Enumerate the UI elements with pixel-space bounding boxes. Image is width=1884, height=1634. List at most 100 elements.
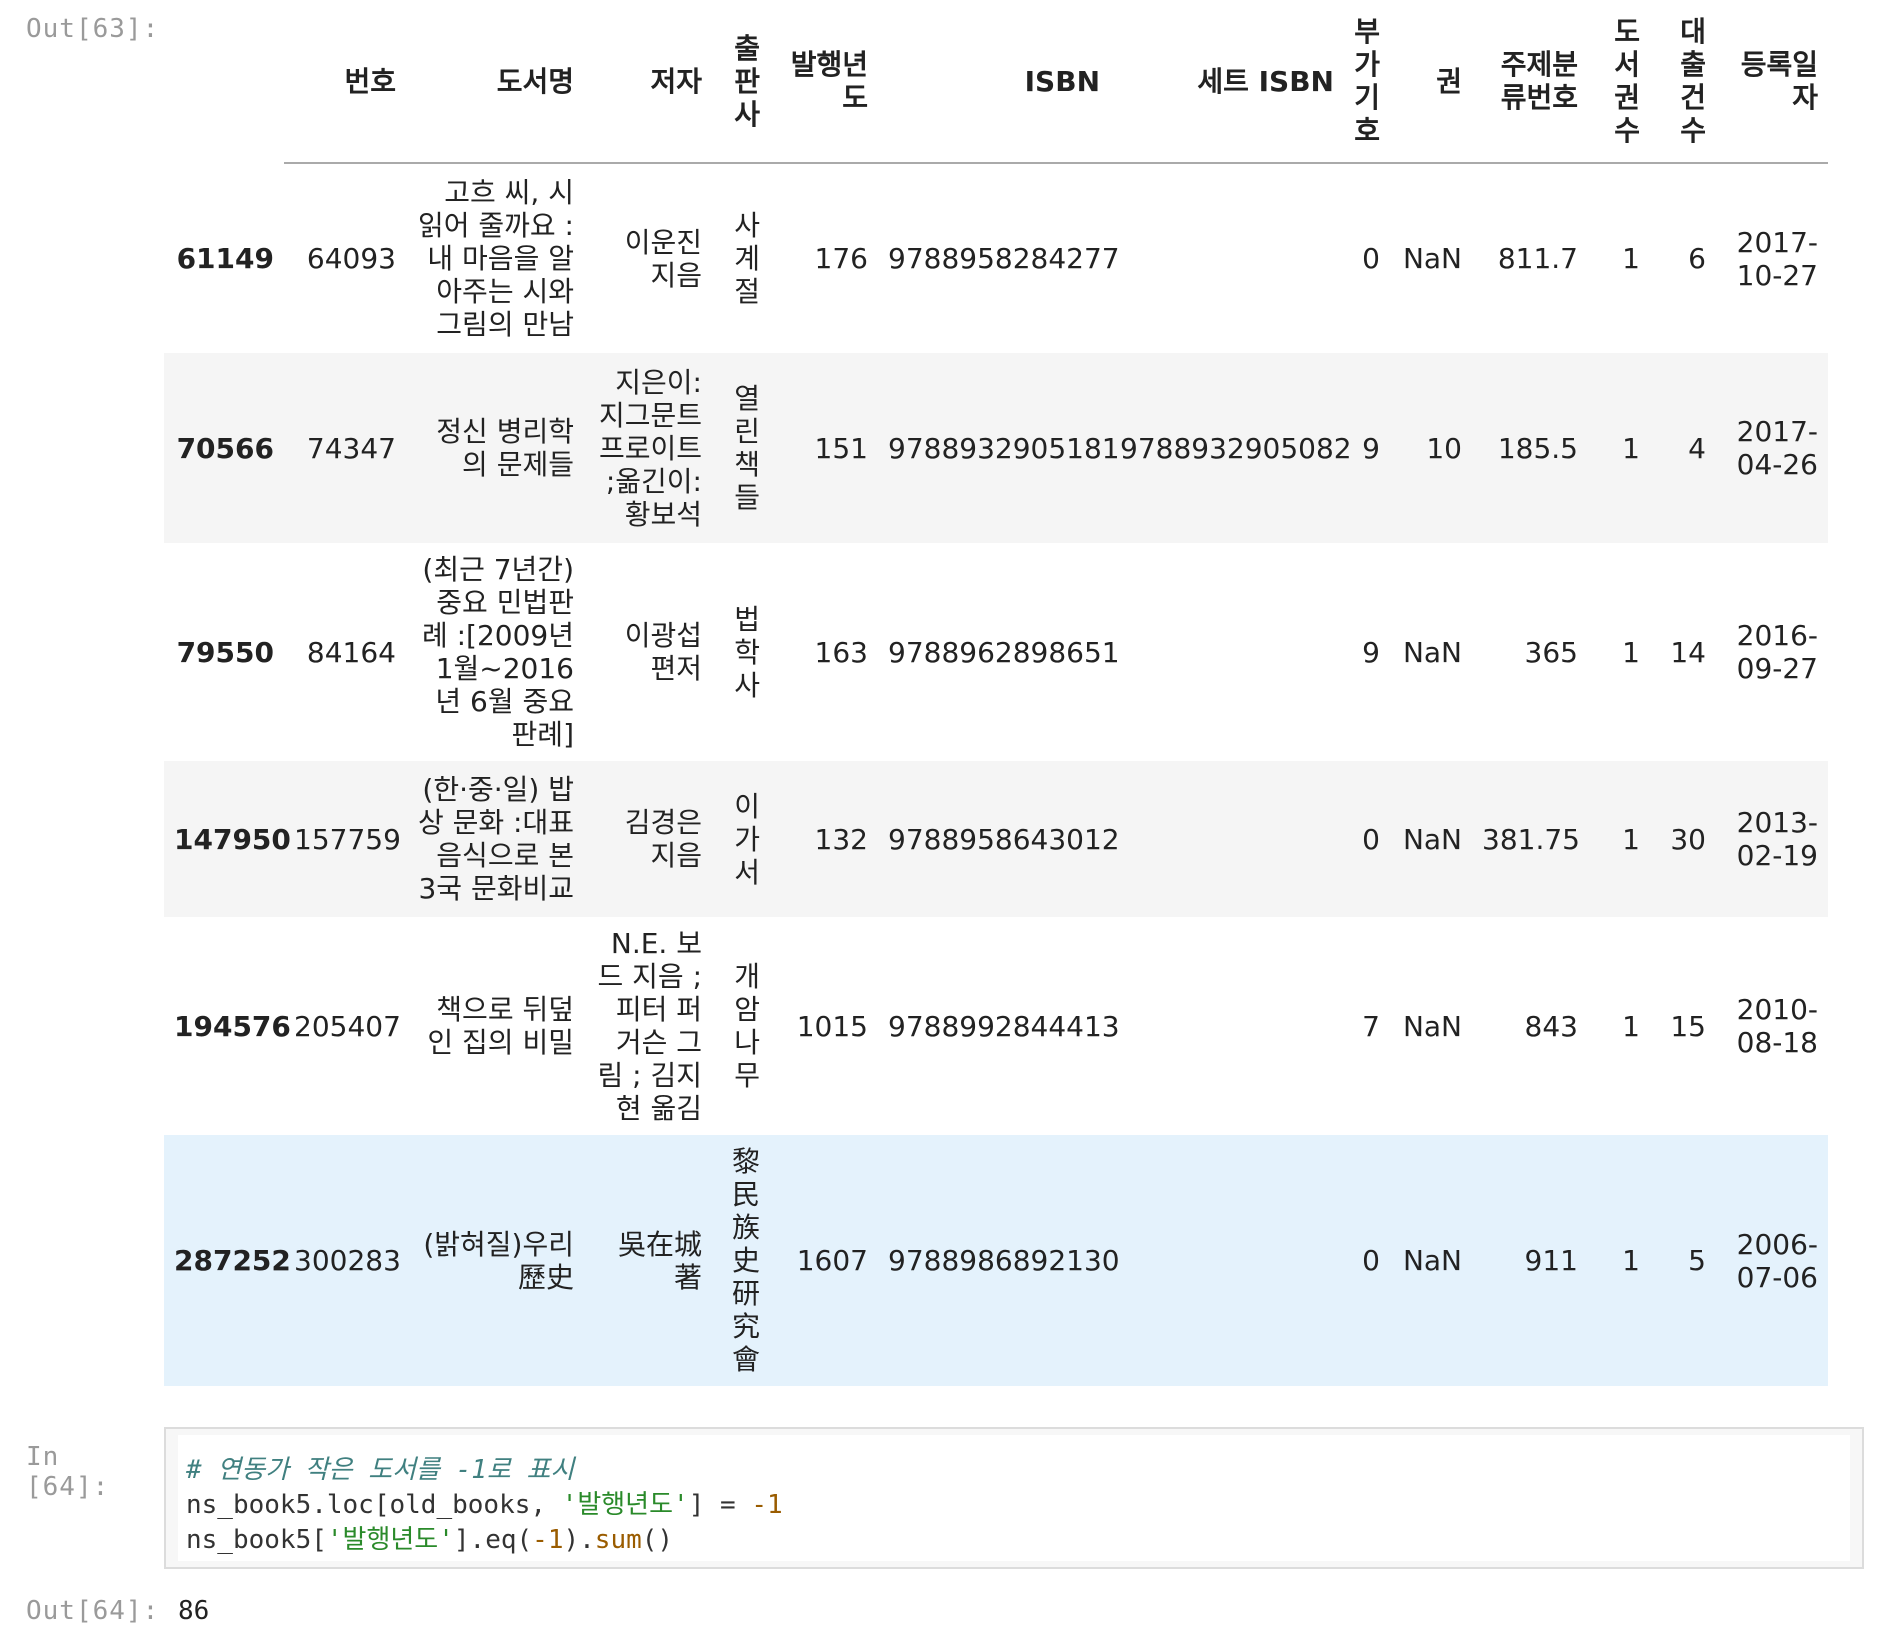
table-cell: 74347 bbox=[306, 431, 396, 465]
table-cell: 고흐 씨, 시 읽어 줄까요 :내 마음을 알아주는 시와 그림의 만남 bbox=[417, 176, 574, 341]
table-cell: 185.5 bbox=[1497, 431, 1578, 465]
table-cell: 157759 bbox=[294, 822, 401, 856]
table-cell: 사계절 bbox=[734, 209, 760, 308]
out64-prompt: Out[64]: bbox=[26, 1596, 160, 1626]
table-cell: 163 bbox=[814, 635, 868, 669]
table-cell: NaN bbox=[1402, 1009, 1462, 1043]
code-cell[interactable]: # 연동가 작은 도서를 -1로 표시 ns_book5.loc[old_boo… bbox=[164, 1427, 1864, 1569]
table-cell bbox=[1110, 543, 1344, 761]
table-cell: 9788962898651 bbox=[888, 635, 1120, 669]
row-index: 194576 bbox=[174, 1009, 291, 1043]
row-index: 147950 bbox=[174, 822, 291, 856]
code-line-2: ns_book5.loc[old_books, '발행년도'] = -1 bbox=[186, 1490, 783, 1520]
index-header bbox=[164, 0, 284, 163]
table-cell: 2006-07-06 bbox=[1736, 1227, 1818, 1294]
code-comment: # 연동가 작은 도서를 -1로 표시 bbox=[186, 1455, 575, 1485]
table-cell: NaN bbox=[1402, 822, 1462, 856]
table-row: 287252 300283 (밝혀질)우리歷史 吳在城 著黎民族史研究會 1607 978… bbox=[164, 1135, 1828, 1386]
table-cell: 이가서 bbox=[734, 789, 760, 889]
in64-prompt: In [64]: bbox=[26, 1442, 110, 1502]
table-cell bbox=[1110, 917, 1344, 1135]
table-cell: 1 bbox=[1622, 635, 1640, 669]
table-cell: 9788932905181 bbox=[888, 431, 1120, 465]
table-cell: 1 bbox=[1622, 822, 1640, 856]
table-cell: 84164 bbox=[306, 635, 396, 669]
row-index: 70566 bbox=[176, 431, 274, 465]
table-cell: 0 bbox=[1362, 1244, 1380, 1277]
column-header: 도서명 bbox=[406, 0, 584, 164]
table-cell: 0 bbox=[1362, 242, 1380, 275]
out64-result: 86 bbox=[178, 1596, 210, 1626]
column-header: 발행년도 bbox=[770, 0, 878, 164]
table-cell: 9788992844413 bbox=[888, 1009, 1120, 1043]
table-cell: (한·중·일) 밥상 문화 :대표 음식으로 본 3국 문화비교 bbox=[417, 773, 574, 905]
column-header: 번호 bbox=[284, 0, 406, 164]
table-cell: 黎民族史研究會 bbox=[731, 1145, 760, 1376]
table-cell bbox=[1110, 1135, 1344, 1386]
table-cell: 7 bbox=[1362, 1009, 1380, 1043]
table-cell bbox=[1110, 163, 1344, 353]
table-cell: 1 bbox=[1622, 431, 1640, 465]
table-cell: 이광섭 편저 bbox=[624, 619, 702, 685]
table-cell: 300283 bbox=[294, 1244, 401, 1277]
table-row: 61149 64093 고흐 씨, 시 읽어 줄까요 :내 마음을 알아주는 시와 … bbox=[164, 163, 1828, 353]
table-cell: 법학사 bbox=[734, 602, 760, 702]
code-editor[interactable]: # 연동가 작은 도서를 -1로 표시 ns_book5.loc[old_boo… bbox=[178, 1435, 1850, 1561]
table-cell: 1 bbox=[1622, 1009, 1640, 1043]
table-cell: 6 bbox=[1688, 242, 1706, 275]
table-cell: 1015 bbox=[796, 1009, 868, 1043]
table-cell: (밝혀질)우리歷史 bbox=[423, 1227, 574, 1294]
table-cell: 176 bbox=[814, 242, 868, 275]
column-header: 출판사 bbox=[712, 0, 770, 164]
column-header: 주제분류번호 bbox=[1472, 0, 1588, 164]
table-cell: 지은이: 지그문트 프로이트 ;옮긴이: 황보석 bbox=[598, 365, 702, 531]
row-index: 287252 bbox=[174, 1244, 291, 1277]
table-cell: 2017-04-26 bbox=[1736, 415, 1818, 481]
table-row: 70566 74347 정신 병리학의 문제들 지은이: 지그문트 프로이트 ;옮긴이… bbox=[164, 353, 1828, 543]
table-cell: 843 bbox=[1524, 1009, 1578, 1043]
table-cell: 2010-08-18 bbox=[1736, 993, 1818, 1059]
column-header: 세트 ISBN bbox=[1110, 0, 1344, 164]
table-cell: 1607 bbox=[796, 1244, 868, 1277]
table-cell: 151 bbox=[814, 431, 868, 465]
row-index: 61149 bbox=[176, 241, 274, 275]
row-index: 79550 bbox=[176, 635, 274, 669]
table-cell: 911 bbox=[1524, 1244, 1578, 1277]
table-cell: 4 bbox=[1688, 431, 1706, 465]
table-cell: 15 bbox=[1670, 1009, 1706, 1043]
table-cell: 책으로 뒤덮인 집의 비밀 bbox=[427, 993, 574, 1059]
dataframe-output: 번호 도서명 저자 출판사 발행년도 ISBN 세트 ISBN 부가기호 권 주제분류번호 도서권수… bbox=[164, 0, 1828, 1386]
header-row: 번호 도서명 저자 출판사 발행년도 ISBN 세트 ISBN 부가기호 권 주제분류번호 도서권수… bbox=[164, 0, 1828, 164]
table-cell: 10 bbox=[1426, 431, 1462, 465]
table-cell: 14 bbox=[1670, 635, 1706, 669]
column-header: 저자 bbox=[584, 0, 712, 164]
table-cell: 64093 bbox=[306, 242, 396, 275]
column-header: 부가기호 bbox=[1344, 0, 1390, 164]
table-cell: 2013-02-19 bbox=[1736, 806, 1818, 872]
out63-prompt: Out[63]: bbox=[26, 14, 160, 44]
table-cell: 김경은 지음 bbox=[624, 806, 702, 872]
table-row: 147950 157759 (한·중·일) 밥상 문화 :대표 음식으로 본 3국 … bbox=[164, 761, 1828, 917]
table-cell: 정신 병리학의 문제들 bbox=[436, 415, 574, 481]
table-cell: 205407 bbox=[294, 1009, 401, 1043]
table-cell: 132 bbox=[814, 822, 868, 856]
code-line-3: ns_book5['발행년도'].eq(-1).sum() bbox=[186, 1525, 674, 1555]
column-header: ISBN bbox=[878, 0, 1110, 164]
table-cell: 9788958643012 bbox=[888, 822, 1120, 856]
table-row: 79550 84164 (최근 7년간) 중요 민법판례 :[2009년 1월~20… bbox=[164, 543, 1828, 761]
table-cell bbox=[1110, 761, 1344, 917]
table-cell: NaN bbox=[1402, 242, 1462, 275]
table-cell: 9788958284277 bbox=[888, 242, 1120, 275]
table-cell: 열린책들 bbox=[734, 382, 760, 514]
table-cell: 30 bbox=[1670, 822, 1706, 856]
table-cell: 9788932905082 bbox=[1120, 431, 1352, 465]
table-cell: 2017-10-27 bbox=[1736, 225, 1818, 292]
table-cell: 5 bbox=[1688, 1244, 1706, 1277]
table-cell: 吳在城 著 bbox=[617, 1227, 702, 1294]
column-header: 권 bbox=[1390, 0, 1472, 164]
table-cell: NaN bbox=[1402, 635, 1462, 669]
table-cell: 2016-09-27 bbox=[1736, 619, 1818, 685]
dataframe-table: 번호 도서명 저자 출판사 발행년도 ISBN 세트 ISBN 부가기호 권 주제분류번호 도서권수… bbox=[164, 0, 1828, 1386]
table-cell: NaN bbox=[1402, 1244, 1462, 1277]
table-cell: 개암나무 bbox=[734, 960, 760, 1092]
